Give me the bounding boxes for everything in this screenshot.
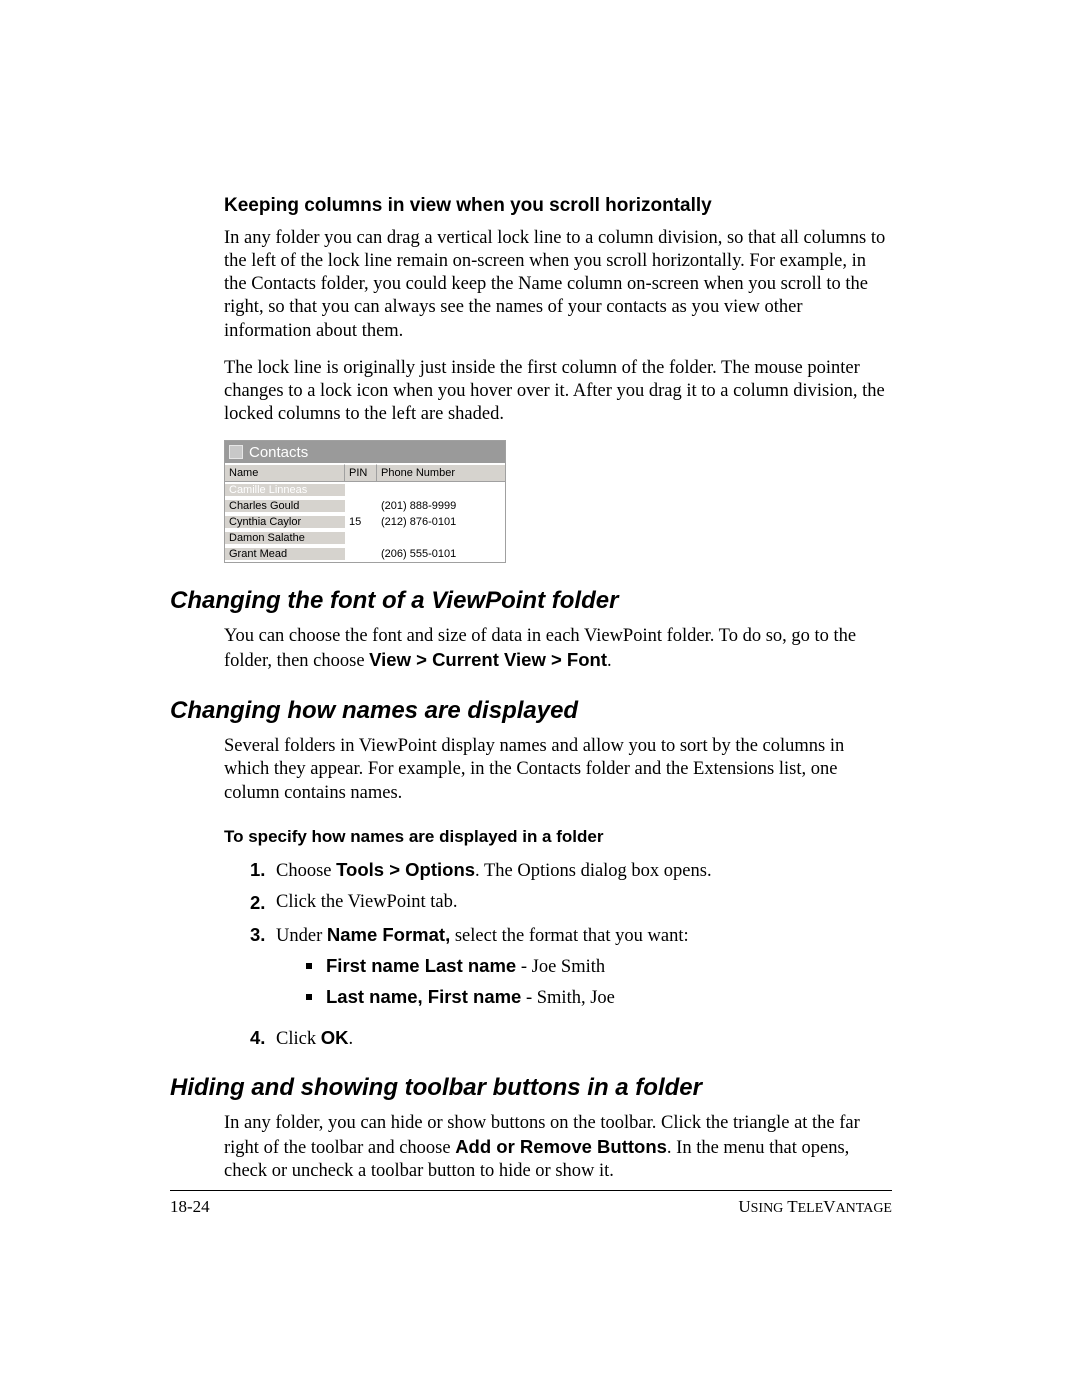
- heading-hiding-toolbar: Hiding and showing toolbar buttons in a …: [170, 1074, 892, 1102]
- text: - Smith, Joe: [521, 988, 615, 1008]
- table-row[interactable]: Grant Mead (206) 555-0101: [225, 546, 505, 562]
- option-first-last: First name Last name: [326, 955, 516, 976]
- text: . The Options dialog box opens.: [475, 861, 712, 881]
- cell-name: Grant Mead: [225, 548, 345, 560]
- contacts-icon: [229, 445, 243, 459]
- page-number: 18-24: [170, 1197, 210, 1217]
- cell-name: Damon Salathe: [225, 532, 345, 544]
- table-row[interactable]: Charles Gould (201) 888-9999: [225, 498, 505, 514]
- list-item: 2. Click the ViewPoint tab.: [250, 892, 892, 914]
- text: ANTAGE: [836, 1201, 892, 1216]
- para-changing-names: Several folders in ViewPoint display nam…: [224, 735, 892, 804]
- cell-name: Charles Gould: [225, 500, 345, 512]
- col-header-pin[interactable]: PIN: [345, 464, 377, 482]
- step-text: Choose Tools > Options. The Options dial…: [276, 859, 892, 882]
- list-item: First name Last name - Joe Smith: [306, 955, 892, 978]
- text: .: [348, 1029, 353, 1049]
- text: V: [823, 1197, 835, 1216]
- page-footer: 18-24 USING TELEVANTAGE: [170, 1190, 892, 1217]
- list-item: Last name, First name - Smith, Joe: [306, 986, 892, 1009]
- step-number: 1.: [250, 859, 276, 882]
- step-text: Click OK.: [276, 1027, 892, 1050]
- menu-path-view-font: View > Current View > Font: [369, 649, 607, 670]
- option-text: First name Last name - Joe Smith: [326, 955, 605, 978]
- text: T: [783, 1197, 797, 1216]
- text: ELE: [798, 1201, 824, 1216]
- table-row[interactable]: Cynthia Caylor 15 (212) 876-0101: [225, 514, 505, 530]
- text: .: [607, 651, 612, 671]
- para-changing-font: You can choose the font and size of data…: [224, 625, 892, 673]
- option-text: Last name, First name - Smith, Joe: [326, 986, 615, 1009]
- col-header-name[interactable]: Name: [225, 464, 345, 482]
- step-text: Under Name Format, select the format tha…: [276, 924, 892, 1017]
- table-row[interactable]: Camille Linneas: [225, 482, 505, 498]
- text: select the format that you want:: [450, 926, 688, 946]
- step-number: 3.: [250, 924, 276, 1017]
- cell-phone: (212) 876-0101: [377, 516, 505, 528]
- list-item: 4. Click OK.: [250, 1027, 892, 1050]
- step-number: 2.: [250, 892, 276, 914]
- text: U: [738, 1197, 750, 1216]
- step-number: 4.: [250, 1027, 276, 1050]
- square-bullet-icon: [306, 963, 312, 969]
- para-lockline-behavior: The lock line is originally just inside …: [224, 357, 892, 426]
- cell-pin: 15: [345, 516, 377, 528]
- para-hiding-toolbar: In any folder, you can hide or show butt…: [224, 1112, 892, 1183]
- heading-changing-font: Changing the font of a ViewPoint folder: [170, 587, 892, 615]
- text: SING: [751, 1201, 784, 1216]
- subheading-specify-names: To specify how names are displayed in a …: [224, 827, 892, 847]
- cell-phone: (206) 555-0101: [377, 548, 505, 560]
- text: - Joe Smith: [516, 957, 605, 977]
- heading-changing-names: Changing how names are displayed: [170, 697, 892, 725]
- para-lockline-intro: In any folder you can drag a vertical lo…: [224, 227, 892, 343]
- contacts-header-row: Name PIN Phone Number: [225, 463, 505, 482]
- label-name-format: Name Format,: [327, 924, 450, 945]
- col-header-phone[interactable]: Phone Number: [377, 464, 505, 482]
- list-item: 3. Under Name Format, select the format …: [250, 924, 892, 1017]
- text: Choose: [276, 861, 336, 881]
- text: Under: [276, 926, 327, 946]
- contacts-title-text: Contacts: [249, 444, 308, 461]
- format-options: First name Last name - Joe Smith Last na…: [306, 955, 892, 1009]
- contacts-titlebar: Contacts: [225, 441, 505, 463]
- table-row[interactable]: Damon Salathe: [225, 530, 505, 546]
- option-last-first: Last name, First name: [326, 986, 521, 1007]
- cell-name: Camille Linneas: [225, 484, 345, 496]
- menu-path-tools-options: Tools > Options: [336, 859, 475, 880]
- cell-name: Cynthia Caylor: [225, 516, 345, 528]
- document-page: Keeping columns in view when you scroll …: [0, 0, 1080, 1397]
- contacts-window: Contacts Name PIN Phone Number Camille L…: [224, 440, 506, 563]
- footer-title: USING TELEVANTAGE: [738, 1197, 892, 1217]
- square-bullet-icon: [306, 994, 312, 1000]
- menu-add-remove-buttons: Add or Remove Buttons: [455, 1136, 667, 1157]
- cell-phone: (201) 888-9999: [377, 500, 505, 512]
- text: Click: [276, 1029, 321, 1049]
- button-label-ok: OK: [321, 1027, 349, 1048]
- step-text: Click the ViewPoint tab.: [276, 892, 892, 914]
- list-item: 1. Choose Tools > Options. The Options d…: [250, 859, 892, 882]
- steps-list: 1. Choose Tools > Options. The Options d…: [250, 859, 892, 1050]
- heading-keeping-columns: Keeping columns in view when you scroll …: [224, 195, 892, 217]
